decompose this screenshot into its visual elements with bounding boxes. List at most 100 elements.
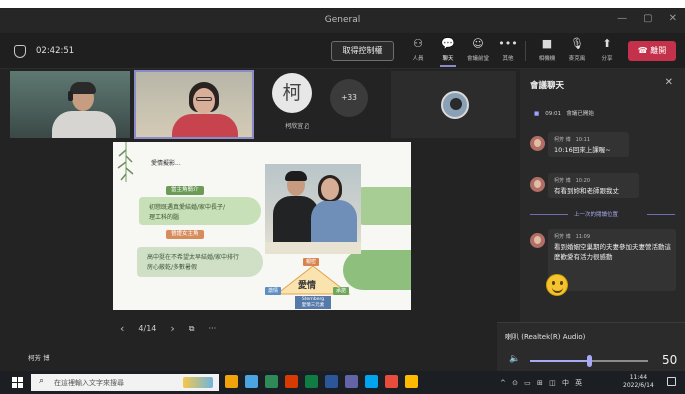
window-controls: — ▢ ✕ (617, 13, 677, 24)
taskbar-app-icon[interactable] (385, 375, 398, 388)
leave-label: 離開 (650, 46, 667, 55)
taskbar-app-icon[interactable] (285, 375, 298, 388)
mic-off-icon: 🎙 (570, 37, 584, 50)
slide-more-icon[interactable]: ··· (209, 324, 217, 333)
close-chat-icon[interactable]: ✕ (665, 77, 673, 88)
reactions-icon: ☺ (472, 37, 484, 50)
phone-icon: ☎ (637, 46, 651, 55)
participant-avatar-tile[interactable]: 柯 柯欣宜 🎙̸ (262, 69, 322, 139)
mic-muted-icon: 🎙̸ (305, 123, 309, 130)
maximize-button[interactable]: ▢ (643, 13, 652, 24)
pinned-apps (225, 375, 418, 388)
leave-button[interactable]: ☎ 離開 (628, 41, 676, 61)
volume-slider-fill (530, 360, 589, 362)
volume-slider[interactable] (530, 355, 648, 367)
taskbar-clock[interactable]: 11:44 2022/6/14 (623, 374, 654, 390)
description-line: 理工科的腦 (149, 214, 180, 221)
female-lead-tag: 晉證女主角 (166, 230, 204, 239)
reactions-button[interactable]: ☺ 會議前堂 (464, 37, 492, 62)
message-bubble: 柯芳 博 10:11 10:16回來上課喔~ (548, 132, 629, 157)
photo-person-hair (285, 171, 307, 181)
love-label: 愛情 (298, 281, 317, 291)
taskbar-search[interactable]: ⌕ 在這裡輸入文字來搜尋 (31, 374, 219, 391)
intimacy-label: 親密 (303, 258, 320, 266)
message-sender: 柯芳 博 (554, 178, 571, 184)
message-time: 11:09 (575, 234, 591, 240)
male-lead-description: 初戀既遇真愛結婚/家中長子/ 理工科的腦 (139, 197, 261, 225)
participant-body (52, 111, 116, 138)
volume-level: 50 (662, 353, 678, 367)
participant-video-tile[interactable] (391, 71, 516, 138)
close-window-button[interactable]: ✕ (669, 13, 677, 24)
male-lead-tag: 當主角簡介 (166, 186, 204, 195)
more-label: 其他 (502, 56, 514, 62)
share-label: 分享 (601, 56, 613, 62)
taskbar-app-icon[interactable] (345, 375, 358, 388)
taskbar-app-icon[interactable] (305, 375, 318, 388)
meeting-timer: 02:42:51 (36, 46, 75, 56)
event-text: 會議已開始 (566, 111, 594, 117)
window-titlebar: General — ▢ ✕ (0, 9, 685, 33)
system-tray[interactable]: ^ ⊙ ▭ ⊞ ◫ 中 英 (500, 378, 584, 388)
message-time: 10:20 (575, 178, 591, 184)
avatar: 柯 (272, 73, 312, 113)
speaker-icon[interactable]: 🔈 (509, 354, 520, 364)
more-button[interactable]: ••• 其他 (494, 37, 522, 62)
taskbar-app-icon[interactable] (365, 375, 378, 388)
taskbar-app-icon[interactable] (245, 375, 258, 388)
chat-icon: 💬 (441, 37, 455, 50)
minimize-button[interactable]: — (617, 13, 627, 24)
divider-line (530, 214, 568, 215)
message-text: 有看到妳和老師跟我丈 (554, 187, 619, 195)
taskbar-app-icon[interactable] (405, 375, 418, 388)
photo-person-head (321, 178, 339, 200)
participant-video-tile[interactable] (10, 71, 130, 138)
divider-line (647, 214, 675, 215)
volume-slider-thumb[interactable] (587, 355, 592, 367)
chat-title: 會議聊天 (530, 81, 565, 91)
camera-icon: ■ (541, 37, 553, 50)
taskbar-app-icon[interactable] (225, 375, 238, 388)
camera-button[interactable]: ■ 相機機 (533, 37, 561, 62)
plant-decoration-icon (117, 142, 134, 182)
take-control-button[interactable]: 取得控制權 (331, 41, 394, 61)
message-sender: 柯芳 博 (554, 137, 571, 143)
more-participants-badge[interactable]: +33 (330, 79, 368, 117)
chat-label: 聊天 (442, 56, 454, 62)
mic-button[interactable]: 🎙 麥克風 (563, 37, 591, 62)
meeting-started-event: ■ 09:01 會議已開始 (534, 109, 594, 117)
couple-photo (265, 164, 361, 254)
avatar (530, 177, 545, 192)
avatar (441, 91, 469, 119)
camera-label: 相機機 (538, 56, 556, 62)
shield-icon (14, 45, 26, 58)
headset-icon (68, 91, 73, 101)
taskbar-app-icon[interactable] (265, 375, 278, 388)
participant-body (172, 114, 238, 137)
presenter-name: 柯芳 博 (28, 354, 50, 362)
chat-button[interactable]: 💬 聊天 (434, 37, 462, 67)
previous-slide-button[interactable]: ‹ (120, 322, 124, 335)
photo-table (265, 242, 361, 254)
grid-view-icon[interactable]: ⧉ (189, 324, 195, 334)
share-button[interactable]: ⬆ 分享 (593, 37, 621, 62)
avatar (530, 233, 545, 248)
message-text: 10:16回來上課喔~ (554, 146, 611, 154)
windows-taskbar: ⌕ 在這裡輸入文字來搜尋 ^ ⊙ ▭ ⊞ ◫ 中 英 11:44 2022/6/… (0, 371, 685, 394)
participant-head (193, 88, 215, 114)
audio-device-name: 喇叭 (Realtek(R) Audio) (505, 333, 586, 341)
people-button[interactable]: ⚇ 人員 (404, 37, 432, 62)
glasses-icon (196, 97, 212, 101)
windows-start-icon[interactable] (12, 377, 23, 388)
video-camera-icon: ■ (534, 111, 540, 117)
taskbar-app-icon[interactable] (325, 375, 338, 388)
sternberg-label: Sternberg 愛情三元素 (295, 296, 331, 309)
search-highlight-icon (183, 377, 213, 388)
notification-icon[interactable] (667, 377, 676, 386)
message-text: 看到婚姻空巢期的夫妻參加夫妻營活動這麼歡愛有活力很感動 (554, 243, 671, 261)
share-icon: ⬆ (602, 37, 612, 50)
sternberg-line: 愛情三元素 (301, 303, 325, 308)
active-speaker-tile[interactable] (134, 70, 254, 139)
next-slide-button[interactable]: › (170, 322, 174, 335)
toolbar-separator (525, 41, 526, 61)
